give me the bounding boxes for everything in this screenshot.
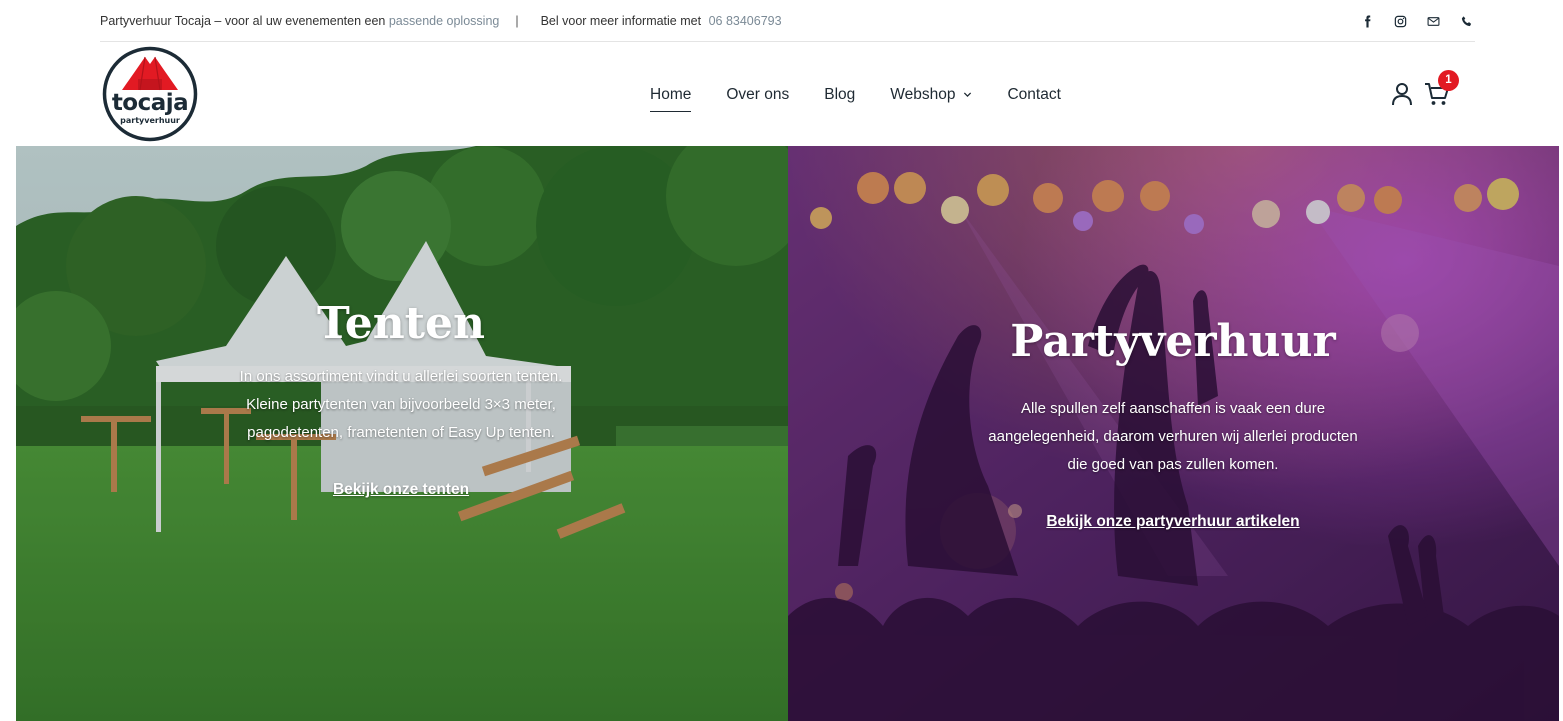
logo-tagline: partyverhuur	[120, 116, 180, 125]
facebook-icon[interactable]	[1359, 13, 1376, 30]
topbar-separator: |	[515, 13, 519, 28]
party-description: Alle spullen zelf aanschaffen is vaak ee…	[988, 400, 1358, 473]
phone-icon[interactable]	[1458, 13, 1475, 30]
top-info-bar: Partyverhuur Tocaja – voor al uw eveneme…	[100, 0, 1475, 42]
nav-label: Webshop	[890, 85, 956, 103]
contact-text: Bel voor meer informatie met 06 83406793	[541, 14, 782, 28]
tents-link[interactable]: Bekijk onze tenten	[333, 481, 469, 498]
tagline-text: Partyverhuur Tocaja – voor al uw eveneme…	[100, 14, 499, 28]
nav-label: Blog	[824, 85, 856, 103]
party-link[interactable]: Bekijk onze partyverhuur artikelen	[1046, 513, 1299, 530]
social-links	[1359, 0, 1475, 42]
mail-icon[interactable]	[1425, 13, 1442, 30]
party-content: Partyverhuur Alle spullen zelf aanschaff…	[988, 316, 1358, 531]
nav-item-contact[interactable]: Contact	[1007, 86, 1060, 104]
nav-label: Home	[650, 85, 692, 103]
logo-wordmark: tocaja	[111, 90, 189, 116]
tents-description: In ons assortiment vindt u allerlei soor…	[239, 368, 563, 441]
tents-title: Tenten	[317, 298, 485, 349]
site-header: tocaja partyverhuur Home Over ons Blog W…	[0, 43, 1563, 146]
tagline-prefix: Partyverhuur Tocaja – voor al uw eveneme…	[100, 13, 386, 28]
contact-prefix: Bel voor meer informatie met	[540, 13, 702, 28]
nav-label: Contact	[1007, 85, 1061, 103]
tents-panel: Tenten In ons assortiment vindt u allerl…	[16, 146, 788, 721]
nav-item-webshop[interactable]: Webshop	[890, 86, 972, 104]
tents-content: Tenten In ons assortiment vindt u allerl…	[231, 298, 571, 499]
nav-label: Over ons	[726, 85, 790, 103]
nav-item-blog[interactable]: Blog	[824, 86, 855, 104]
party-panel: Partyverhuur Alle spullen zelf aanschaff…	[788, 146, 1559, 721]
instagram-icon[interactable]	[1392, 13, 1409, 30]
nav-item-home[interactable]: Home	[650, 85, 692, 112]
tagline-accent: passende oplossing	[388, 13, 500, 28]
account-icon[interactable]	[1391, 82, 1413, 106]
party-title: Partyverhuur	[1010, 316, 1336, 367]
cart-count-badge: 1	[1438, 70, 1459, 91]
main-navigation: Home Over ons Blog Webshop Contact	[650, 43, 1061, 146]
phone-number-link[interactable]: 06 83406793	[709, 14, 782, 28]
tocaja-logo[interactable]: tocaja partyverhuur	[102, 46, 198, 142]
nav-item-over-ons[interactable]: Over ons	[726, 86, 789, 104]
chevron-down-icon	[964, 92, 972, 98]
